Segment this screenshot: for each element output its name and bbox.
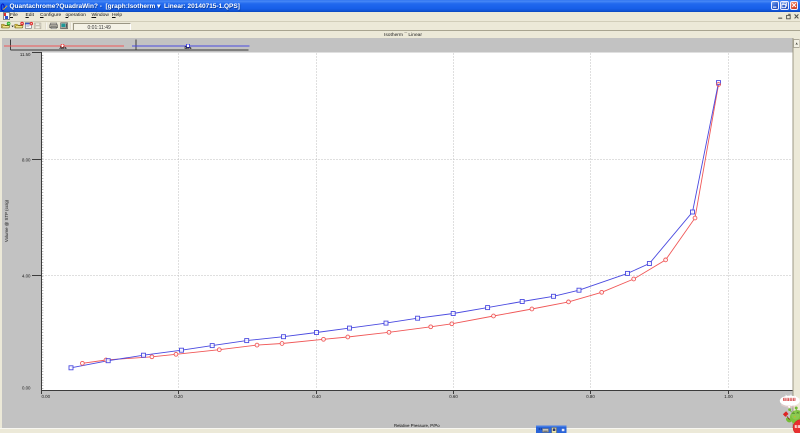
svg-text:8.00: 8.00: [22, 157, 31, 162]
svg-text:0.40: 0.40: [312, 394, 321, 399]
svg-text:Ads: Ads: [59, 46, 66, 50]
svg-text:0.00: 0.00: [42, 394, 51, 399]
svg-text:0.20: 0.20: [174, 394, 183, 399]
svg-text:0.60: 0.60: [449, 394, 458, 399]
svg-text:1.00: 1.00: [724, 394, 733, 399]
svg-text:11.50: 11.50: [20, 52, 31, 57]
svg-text:4.00: 4.00: [22, 273, 31, 278]
svg-text:Relative Pressure, P/Po: Relative Pressure, P/Po: [394, 423, 440, 428]
svg-text:Des: Des: [185, 46, 192, 50]
svg-text:Volume @ STP (cc/g): Volume @ STP (cc/g): [4, 199, 9, 242]
svg-text:0.80: 0.80: [586, 394, 595, 399]
svg-text:0.00: 0.00: [22, 385, 31, 390]
